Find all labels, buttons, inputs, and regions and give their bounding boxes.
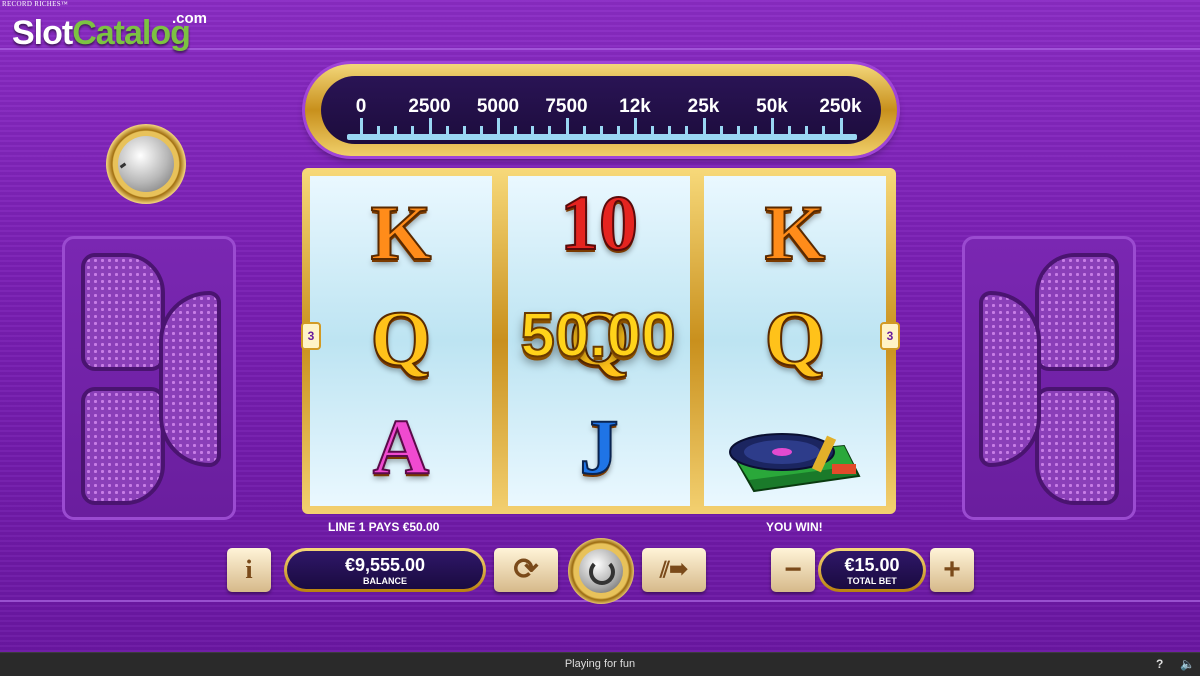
turntable-icon xyxy=(729,433,861,493)
watermark-suffix: .com xyxy=(172,10,208,27)
meter-tick xyxy=(411,126,415,134)
meter-tick xyxy=(428,118,432,134)
play-mode-status: Playing for fun xyxy=(564,658,636,670)
meter-tick xyxy=(445,126,449,134)
line-pays-message: LINE 1 PAYS €50.00 xyxy=(328,520,440,534)
meter-tick xyxy=(548,126,552,134)
speaker-icon[interactable]: 🔈 xyxy=(1180,657,1195,671)
balance-label: BALANCE xyxy=(363,576,407,586)
meter-scale-bar xyxy=(347,134,857,140)
meter-tick xyxy=(462,126,466,134)
meter-tick xyxy=(668,126,672,134)
meter-tick xyxy=(753,126,757,134)
symbol-a: A xyxy=(372,402,430,491)
reel-1: K Q A xyxy=(310,176,492,506)
speaker-grill xyxy=(979,291,1041,467)
meter-label: 5000 xyxy=(476,96,520,117)
meter-tick xyxy=(685,126,689,134)
symbol-j: J xyxy=(579,402,620,491)
total-bet-value: €15.00 xyxy=(844,555,900,575)
right-speaker xyxy=(962,236,1136,520)
meter-tick xyxy=(497,118,500,134)
decrease-bet-button[interactable]: − xyxy=(771,548,815,592)
meter-tick xyxy=(736,126,740,134)
meter-label: 7500 xyxy=(545,96,588,117)
meter-tick xyxy=(394,126,398,134)
meter-tick xyxy=(839,118,843,134)
speaker-grill xyxy=(81,387,165,505)
meter-label: 12k xyxy=(619,96,651,117)
meter-display: 0 2500 5000 7500 12k 25k 50k 250k xyxy=(321,76,881,144)
meter-tick xyxy=(634,118,637,134)
meter-tick xyxy=(616,126,620,134)
fast-forward-icon: ⫽➡ xyxy=(659,557,689,582)
quick-spin-button[interactable]: ⫽➡ xyxy=(642,548,706,592)
meter-label: 2500 xyxy=(408,96,451,117)
meter-tick xyxy=(531,126,535,134)
payout-meter: 0 2500 5000 7500 12k 25k 50k 250k xyxy=(305,64,897,156)
watermark-logo: SlotCatalog xyxy=(12,14,191,53)
balance-display: €9,555.00 BALANCE xyxy=(284,548,486,592)
meter-tick xyxy=(514,126,518,134)
symbol-q: Q xyxy=(764,294,827,383)
knob-face xyxy=(118,136,174,192)
meter-tick xyxy=(702,118,706,134)
meter-tick xyxy=(599,126,603,134)
meter-tick xyxy=(719,126,723,134)
symbol-q: Q xyxy=(370,294,433,383)
meter-label: 50k xyxy=(756,96,788,117)
win-amount: 50.00 xyxy=(519,300,676,371)
meter-tick xyxy=(822,126,826,134)
total-bet-label: TOTAL BET xyxy=(847,576,897,586)
info-button[interactable]: i xyxy=(227,548,271,592)
meter-label: 250k xyxy=(819,96,862,117)
meter-tick xyxy=(377,126,381,134)
meter-tick xyxy=(805,126,809,134)
increase-bet-button[interactable]: + xyxy=(930,548,974,592)
symbol-k: K xyxy=(764,188,827,277)
symbol-10: 10 xyxy=(559,178,639,267)
speaker-grill xyxy=(1035,253,1119,371)
speaker-grill xyxy=(81,253,165,371)
meter-tick xyxy=(360,118,363,134)
volume-knob[interactable] xyxy=(106,124,186,204)
meter-tick xyxy=(565,118,569,134)
refresh-icon: ⟳ xyxy=(513,553,539,586)
meter-label: 0 xyxy=(355,96,367,117)
meter-tick xyxy=(788,126,792,134)
total-bet-display: €15.00 TOTAL BET xyxy=(818,548,926,592)
meter-tick xyxy=(651,126,655,134)
you-win-message: YOU WIN! xyxy=(766,520,823,534)
payline-marker-right: 3 xyxy=(880,322,900,350)
left-speaker xyxy=(62,236,236,520)
payline-marker-left: 3 xyxy=(301,322,321,350)
game-title: RECORD RICHES™ xyxy=(2,0,69,8)
meter-tick xyxy=(582,126,586,134)
meter-tick xyxy=(771,118,774,134)
balance-value: €9,555.00 xyxy=(344,555,426,575)
symbol-k: K xyxy=(370,188,433,277)
speaker-grill xyxy=(1035,387,1119,505)
spin-icon xyxy=(579,549,623,593)
speaker-grill xyxy=(159,291,221,467)
watermark-part1: Slot xyxy=(12,14,73,52)
footer-bar: Playing for fun ? 🔈 xyxy=(0,652,1200,676)
help-button[interactable]: ? xyxy=(1156,657,1163,671)
spin-button[interactable] xyxy=(568,538,634,604)
reel-3: K Q xyxy=(704,176,886,506)
meter-label: 25k xyxy=(687,96,720,117)
meter-tick xyxy=(479,126,483,134)
autoplay-button[interactable]: ⟳ xyxy=(494,548,558,592)
